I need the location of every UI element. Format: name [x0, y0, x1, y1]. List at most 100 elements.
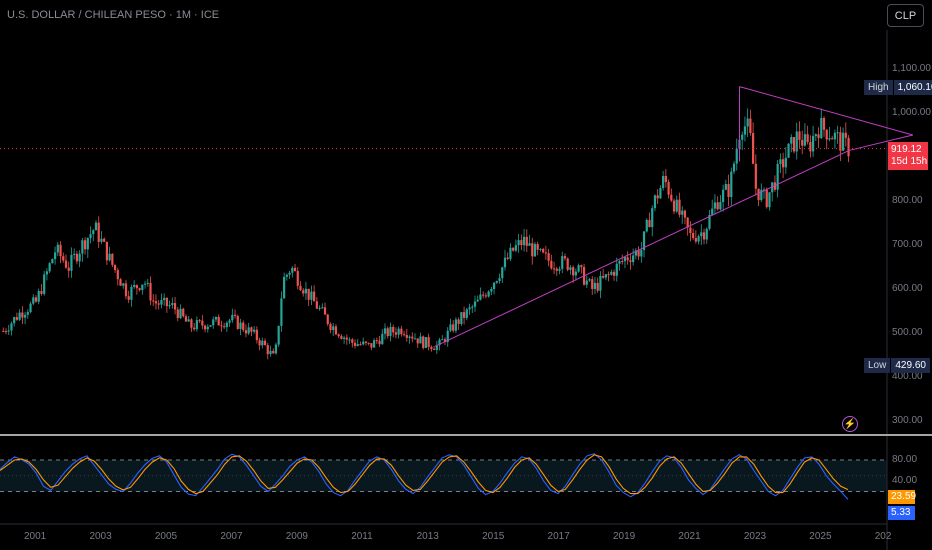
candle-body: [702, 232, 706, 240]
time-tick: 2003: [89, 531, 112, 542]
candle-body: [176, 309, 179, 319]
candle-body: [563, 256, 567, 259]
candle-body: [719, 202, 722, 210]
candle-body: [667, 181, 670, 195]
countdown-value: 15d 15h: [891, 156, 928, 167]
candle-body: [825, 129, 828, 140]
candle-body: [43, 274, 46, 294]
candle-body: [141, 284, 144, 291]
candle-body: [83, 240, 87, 250]
candle-body: [23, 314, 27, 318]
low-marker: Low 429.60: [864, 358, 930, 373]
candle-body: [163, 297, 166, 301]
candle-body: [621, 261, 624, 263]
candle-body: [754, 163, 757, 189]
candle-body: [550, 260, 553, 269]
candle-body: [89, 234, 92, 239]
candle-body: [484, 295, 487, 297]
candle-body: [285, 274, 288, 277]
candle-body: [675, 199, 678, 212]
k-value-badge: 5.33: [888, 506, 915, 520]
price-tick: 1,100.00: [892, 62, 931, 74]
candle-body: [362, 341, 365, 345]
candle-body: [381, 333, 384, 345]
candle-body: [831, 138, 834, 140]
lightning-icon[interactable]: ⚡: [842, 416, 858, 432]
candle-body: [833, 132, 837, 140]
candle-body: [610, 271, 613, 275]
candle-body: [495, 281, 498, 283]
high-marker: High 1,060.10: [864, 80, 932, 95]
time-tick: 2015: [482, 531, 505, 542]
candle-body: [223, 326, 226, 328]
candle-body: [135, 285, 138, 289]
candle-body: [517, 240, 520, 246]
candle-body: [321, 307, 324, 309]
candle-body: [51, 259, 54, 264]
candle-body: [839, 132, 842, 151]
candle-body: [711, 208, 714, 215]
candle-body: [116, 270, 119, 280]
candle-body: [492, 282, 496, 289]
candle-body: [182, 308, 185, 317]
high-value: 1,060.10: [893, 80, 932, 95]
candle-body: [413, 338, 417, 340]
candle-body: [806, 134, 809, 142]
d-value-badge: 23.59: [888, 490, 916, 504]
candle-body: [397, 328, 400, 335]
candle-body: [214, 316, 218, 320]
candle-body: [405, 334, 408, 338]
candle-body: [454, 319, 458, 331]
candle-body: [75, 253, 78, 262]
candle-body: [32, 297, 35, 304]
candle-body: [572, 267, 575, 276]
candle-body: [801, 139, 804, 146]
time-tick: 2009: [285, 531, 308, 542]
candle-body: [408, 336, 411, 338]
candle-body: [138, 288, 141, 291]
candle-body: [746, 118, 749, 127]
price-chart[interactable]: [0, 0, 932, 550]
candle-body: [604, 274, 607, 278]
candle-body: [62, 256, 65, 261]
price-tick: 700.00: [892, 239, 923, 251]
candle-body: [457, 319, 460, 324]
candle-body: [476, 299, 479, 302]
candle-body: [92, 230, 95, 235]
candle-body: [326, 314, 329, 324]
candle-body: [255, 329, 258, 341]
time-tick: 2005: [154, 531, 178, 542]
candle-body: [566, 258, 569, 270]
candle-body: [15, 317, 19, 320]
candle-body: [367, 342, 370, 344]
candle-body: [165, 297, 168, 307]
candle-body: [612, 271, 616, 276]
candle-body: [130, 286, 133, 300]
candle-body: [490, 288, 493, 292]
last-price-value: 919.12: [891, 144, 922, 155]
candle-body: [236, 315, 239, 329]
candle-body: [263, 340, 267, 346]
candle-body: [160, 300, 163, 305]
candle-body: [242, 322, 245, 331]
price-tick: 600.00: [892, 283, 923, 295]
trendline-support: [434, 149, 850, 347]
candle-body: [626, 257, 629, 261]
candle-body: [656, 195, 659, 199]
time-tick: 2011: [351, 531, 373, 542]
candle-body: [522, 236, 526, 246]
candle-body: [468, 307, 471, 310]
candle-body: [509, 247, 512, 259]
candle-body: [283, 276, 286, 299]
candle-body: [419, 336, 422, 344]
candle-body: [596, 282, 599, 291]
candle-body: [651, 208, 654, 228]
candle-body: [179, 308, 182, 319]
candle-body: [209, 325, 212, 327]
candle-body: [692, 233, 695, 239]
time-tick: 2025: [809, 531, 832, 542]
candle-body: [364, 341, 368, 343]
candle-body: [653, 195, 657, 209]
candle-body: [841, 132, 845, 151]
candle-body: [462, 312, 466, 318]
